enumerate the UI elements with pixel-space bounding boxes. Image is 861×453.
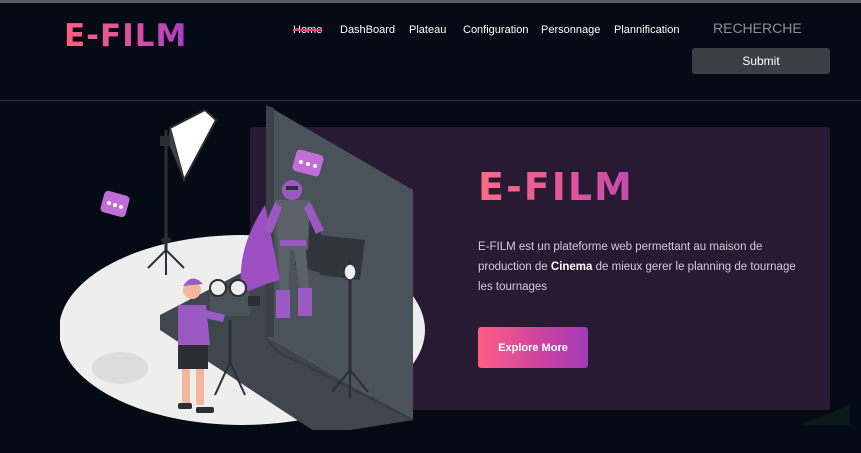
nav-item-personnage[interactable]: Personnage — [541, 22, 600, 38]
chat-bubble-icon — [100, 190, 130, 218]
nav-item-home[interactable]: Home — [293, 22, 322, 38]
search-input[interactable] — [703, 18, 838, 38]
nav-item-plateau[interactable]: Plateau — [409, 22, 446, 38]
submit-button[interactable]: Submit — [692, 48, 830, 74]
film-studio-illustration — [60, 105, 425, 430]
explore-more-button[interactable]: Explore More — [478, 327, 588, 368]
decorative-shape — [800, 405, 850, 425]
nav-item-dashboard[interactable]: DashBoard — [340, 22, 395, 38]
hero-desc-highlight: Cinema — [550, 261, 593, 273]
brand-logo[interactable]: E-FILM — [64, 16, 187, 56]
nav-item-plannification[interactable]: Plannification — [614, 22, 679, 38]
hero-description: E-FILM est un plateforme web permettant … — [478, 237, 798, 297]
window-top-border — [0, 0, 861, 3]
nav-item-configuration[interactable]: Configuration — [463, 22, 528, 38]
hero-title: E-FILM — [478, 162, 634, 212]
